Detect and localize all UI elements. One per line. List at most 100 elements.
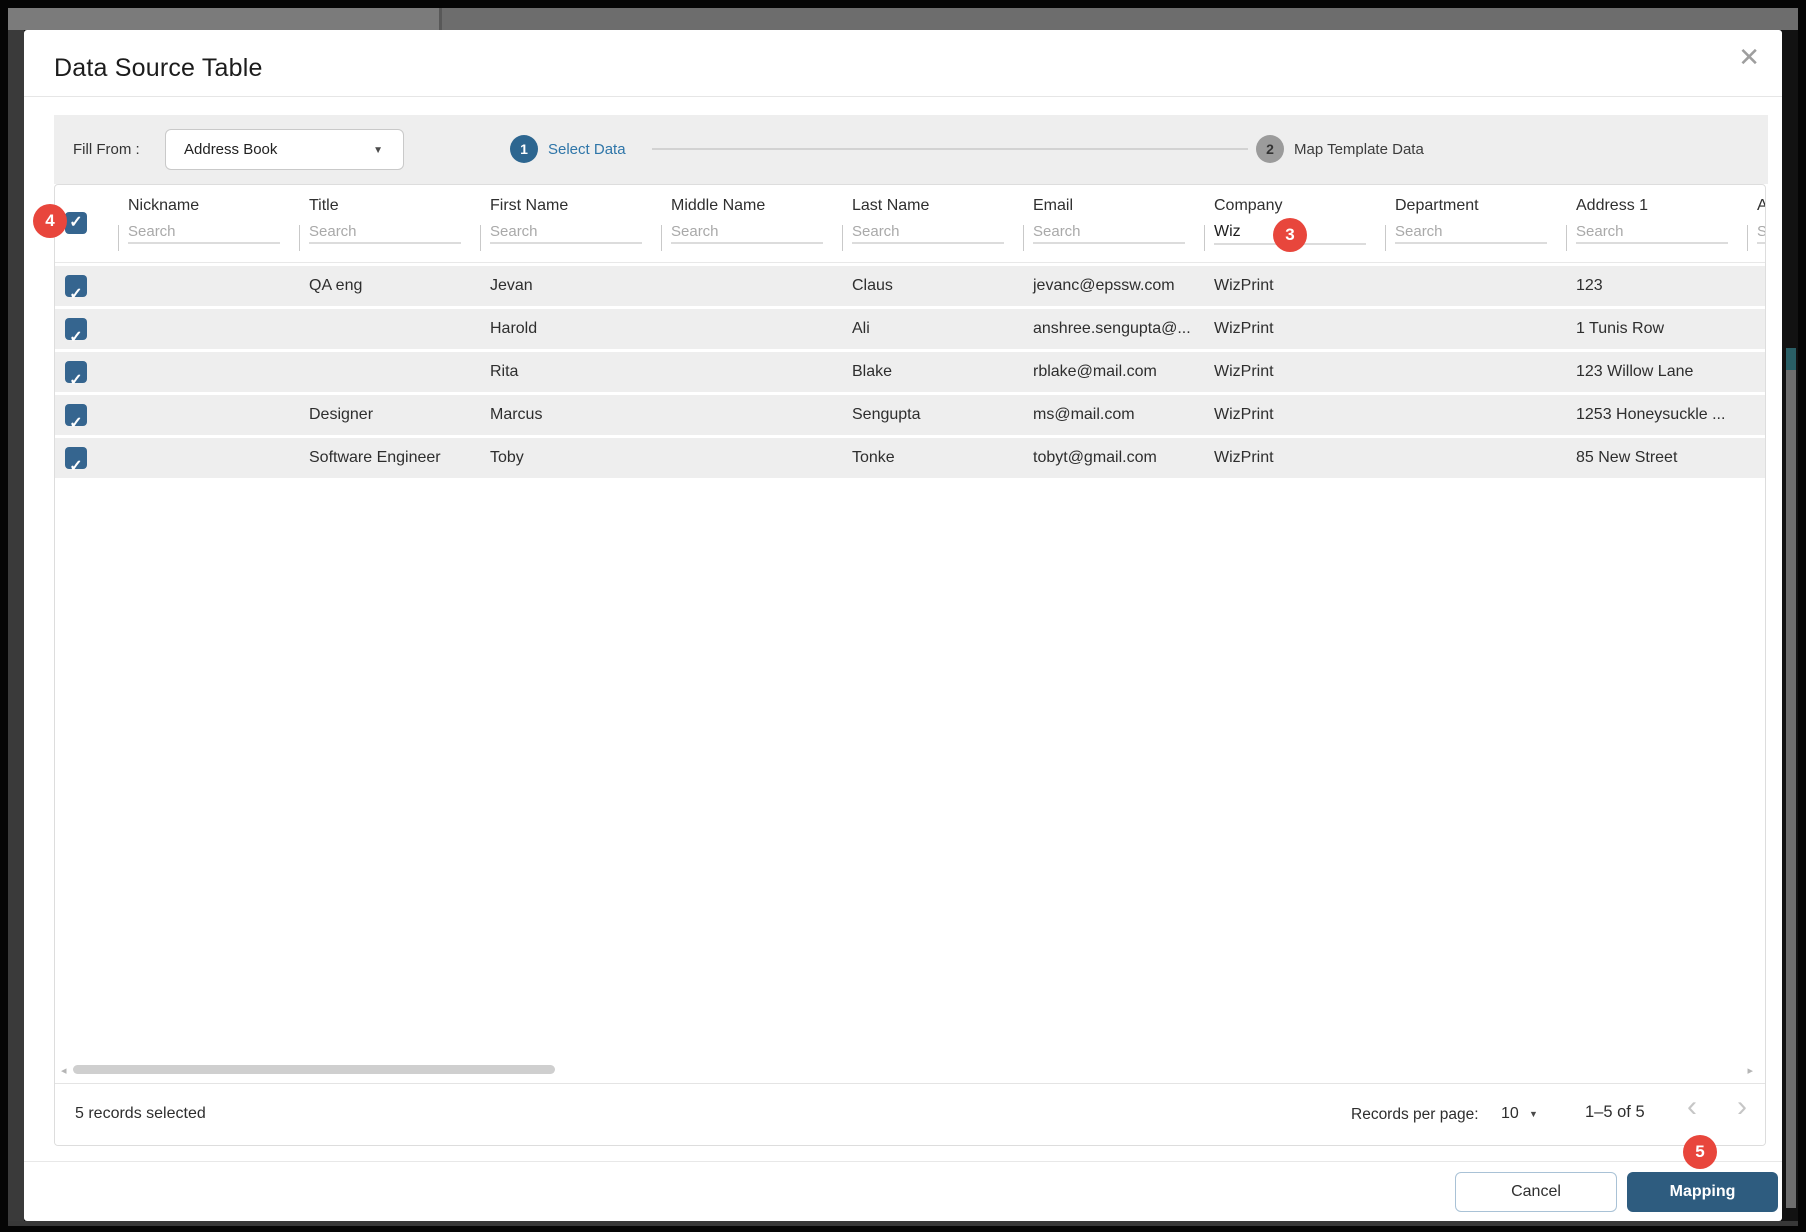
column-label: Middle Name: [671, 197, 842, 215]
fill-from-label: Fill From :: [73, 141, 140, 158]
cell-last-name: Sengupta: [842, 395, 1023, 435]
select-all-checkbox[interactable]: ✓: [65, 212, 87, 234]
search-input-address1[interactable]: [1576, 221, 1728, 244]
cell-title: [299, 352, 480, 392]
cell-email: jevanc@epssw.com: [1023, 266, 1204, 306]
search-input-department[interactable]: [1395, 221, 1547, 244]
close-icon[interactable]: ✕: [1738, 44, 1760, 70]
cell-middle-name: [661, 309, 842, 349]
cell-first-name: Jevan: [480, 266, 661, 306]
row-checkbox[interactable]: ✓: [65, 318, 87, 340]
column-divider: [480, 225, 481, 251]
screen: Data Source Table ✕ Fill From : Address …: [0, 0, 1806, 1232]
backdrop-right-accent: [1786, 348, 1796, 370]
column-header-address1: Address 1: [1566, 185, 1747, 262]
search-input-last-name[interactable]: [852, 221, 1004, 244]
next-page-button[interactable]: ›: [1737, 1092, 1747, 1122]
column-divider: [1566, 225, 1567, 251]
column-label: Department: [1395, 197, 1566, 215]
step-1-indicator[interactable]: 1: [510, 135, 538, 163]
chevron-down-icon[interactable]: ▼: [1529, 1109, 1538, 1119]
backdrop-bottom-gutter: [8, 1221, 1798, 1226]
search-input-email[interactable]: [1033, 221, 1185, 244]
data-table: ✓ Nickname Title First Name: [54, 184, 1766, 1146]
cell-address1: 123 Willow Lane: [1566, 352, 1747, 392]
search-input-first-name[interactable]: [490, 221, 642, 244]
step-1-label: Select Data: [548, 141, 626, 158]
scrollbar-thumb[interactable]: [73, 1065, 555, 1074]
check-icon: ✓: [69, 458, 82, 475]
search-input-nickname[interactable]: [128, 221, 280, 244]
table-row: ✓ Software Engineer Toby Tonke tobyt@gma…: [55, 438, 1766, 478]
footer-divider: [24, 1161, 1782, 1162]
row-checkbox[interactable]: ✓: [65, 275, 87, 297]
row-checkbox[interactable]: ✓: [65, 404, 87, 426]
cell-address2: [1747, 438, 1766, 478]
column-label: Title: [309, 197, 480, 215]
check-icon: ✓: [69, 415, 82, 432]
stepper-connector: [652, 148, 1248, 150]
column-divider: [299, 225, 300, 251]
cell-middle-name: [661, 266, 842, 306]
mapping-button[interactable]: Mapping: [1627, 1172, 1778, 1212]
toolbar: Fill From : Address Book ▼ 1 Select Data…: [54, 115, 1768, 184]
cell-first-name: Marcus: [480, 395, 661, 435]
scroll-left-icon[interactable]: ◂: [61, 1064, 67, 1077]
cancel-button[interactable]: Cancel: [1455, 1172, 1617, 1212]
column-label: Last Name: [852, 197, 1023, 215]
column-header-middle-name: Middle Name: [661, 185, 842, 262]
cell-last-name: Ali: [842, 309, 1023, 349]
cell-address2: [1747, 309, 1766, 349]
table-row: ✓ Harold Ali anshree.sengupta@... WizPri…: [55, 309, 1766, 349]
row-checkbox[interactable]: ✓: [65, 447, 87, 469]
search-input-address2[interactable]: [1757, 221, 1766, 244]
cell-first-name: Harold: [480, 309, 661, 349]
cell-nickname: [118, 352, 299, 392]
page-range-text: 1–5 of 5: [1585, 1103, 1645, 1122]
row-checkbox[interactable]: ✓: [65, 361, 87, 383]
cell-email: anshree.sengupta@...: [1023, 309, 1204, 349]
cell-department: [1385, 395, 1566, 435]
cell-address1: 85 New Street: [1566, 438, 1747, 478]
cell-address2: [1747, 266, 1766, 306]
step-2-label: Map Template Data: [1294, 141, 1424, 158]
column-divider: [1204, 225, 1205, 251]
cell-last-name: Claus: [842, 266, 1023, 306]
cell-company: WizPrint: [1204, 438, 1385, 478]
fill-from-value: Address Book: [184, 141, 277, 158]
page-title: Data Source Table: [54, 54, 263, 83]
cell-middle-name: [661, 438, 842, 478]
row-select-cell: ✓: [55, 266, 118, 306]
column-divider: [118, 225, 119, 251]
column-header-email: Email: [1023, 185, 1204, 262]
column-label: Address 1: [1576, 197, 1747, 215]
cell-first-name: Toby: [480, 438, 661, 478]
cell-last-name: Blake: [842, 352, 1023, 392]
cell-address1: 1 Tunis Row: [1566, 309, 1747, 349]
check-icon: ✓: [69, 372, 82, 389]
background-scrollbar[interactable]: [1786, 370, 1796, 1208]
previous-page-button[interactable]: ‹: [1687, 1092, 1697, 1122]
cell-title: [299, 309, 480, 349]
records-per-page-select[interactable]: 10: [1501, 1105, 1519, 1123]
cell-title: Designer: [299, 395, 480, 435]
table-row: ✓ Rita Blake rblake@mail.com WizPrint 12…: [55, 352, 1766, 392]
data-source-table-modal: Data Source Table ✕ Fill From : Address …: [24, 30, 1782, 1221]
cell-address2: [1747, 352, 1766, 392]
horizontal-scrollbar: ◂ ▸: [55, 1061, 1765, 1081]
scroll-right-icon[interactable]: ▸: [1747, 1064, 1753, 1077]
cell-last-name: Tonke: [842, 438, 1023, 478]
title-divider: [24, 96, 1782, 97]
search-input-title[interactable]: [309, 221, 461, 244]
step-2-indicator[interactable]: 2: [1256, 135, 1284, 163]
search-input-middle-name[interactable]: [671, 221, 823, 244]
cell-middle-name: [661, 395, 842, 435]
row-select-cell: ✓: [55, 438, 118, 478]
cell-company: WizPrint: [1204, 395, 1385, 435]
column-label: Address 2: [1757, 197, 1766, 215]
row-select-cell: ✓: [55, 352, 118, 392]
table-header-row: ✓ Nickname Title First Name: [55, 185, 1766, 263]
column-header-last-name: Last Name: [842, 185, 1023, 262]
fill-from-select[interactable]: Address Book ▼: [165, 129, 404, 170]
table-row: ✓ QA eng Jevan Claus jevanc@epssw.com Wi…: [55, 266, 1766, 306]
